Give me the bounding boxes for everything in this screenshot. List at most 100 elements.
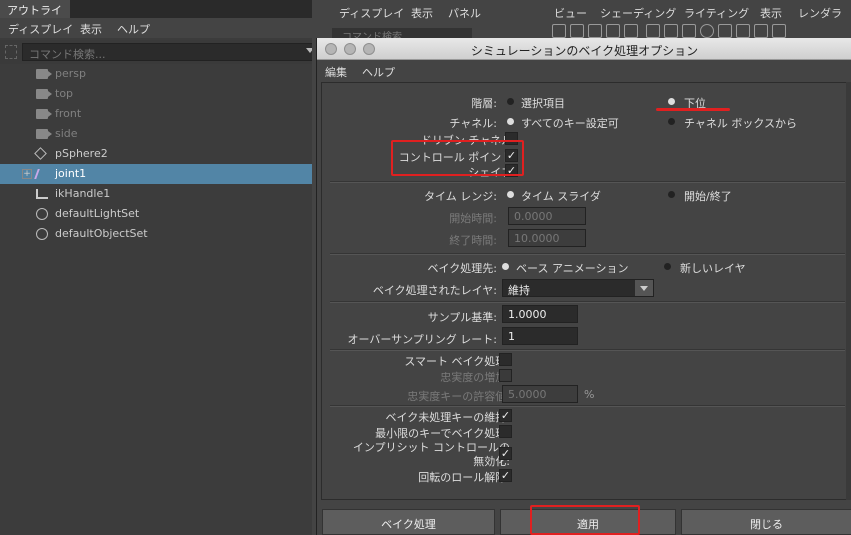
minimize-window-icon[interactable]	[344, 43, 356, 55]
channels-all-keyable-radio[interactable]	[507, 118, 514, 125]
start-time-field[interactable]: 0.0000	[508, 207, 586, 225]
dialog-menu-edit[interactable]: 編集	[325, 64, 347, 80]
smart-bake-checkbox[interactable]	[499, 353, 512, 366]
vp-menu-display[interactable]: ディスプレイ	[339, 5, 404, 21]
percent-unit: %	[584, 388, 595, 401]
set-icon	[36, 208, 48, 220]
fidelity-keys-field[interactable]: 5.0000	[502, 385, 578, 403]
sample-by-label: サンプル基準:	[427, 311, 497, 324]
sparse-curve-bake-checkbox[interactable]	[499, 425, 512, 438]
hierarchy-below-radio[interactable]	[668, 98, 675, 105]
xray-icon[interactable]	[736, 24, 750, 38]
time-range-start-end-label: 開始/終了	[684, 190, 732, 203]
hierarchy-selected-label: 選択項目	[521, 97, 565, 110]
baked-layers-dropdown[interactable]: 維持	[502, 279, 654, 297]
disable-implicit-control-checkbox[interactable]: ✓	[499, 447, 512, 460]
bake-to-base-animation-radio[interactable]	[502, 263, 509, 270]
hierarchy-selected-radio[interactable]	[507, 98, 514, 105]
bake-button[interactable]: ベイク処理	[322, 509, 495, 535]
outliner-menu-show[interactable]: 表示	[80, 21, 102, 37]
time-range-slider-radio[interactable]	[507, 191, 514, 198]
bookmark-icon[interactable]	[570, 24, 584, 38]
start-time-label: 開始時間:	[449, 212, 497, 225]
oversampling-field[interactable]: 1	[502, 327, 578, 345]
outliner-item-defaultlightset[interactable]: defaultLightSet	[0, 204, 312, 224]
joint-icon	[34, 169, 50, 179]
move-tool-icon[interactable]	[606, 24, 620, 38]
close-button[interactable]: 閉じる	[681, 509, 851, 535]
time-range-label: タイム レンジ:	[424, 190, 497, 203]
separator	[330, 181, 845, 183]
outliner-item-defaultobjectset[interactable]: defaultObjectSet	[0, 224, 312, 244]
film-gate-icon[interactable]	[664, 24, 678, 38]
outliner-item-label: side	[55, 127, 78, 140]
increase-fidelity-checkbox[interactable]	[499, 369, 512, 382]
mesh-icon	[34, 147, 47, 160]
channels-label: チャネル:	[449, 117, 497, 130]
annotation-box-apply	[530, 505, 640, 535]
expand-icon[interactable]: +	[22, 169, 32, 179]
outliner-item-label: defaultLightSet	[55, 207, 140, 220]
annotation-box-control-points	[391, 140, 524, 176]
bake-to-new-layer-radio[interactable]	[664, 263, 671, 270]
more-icon[interactable]	[772, 24, 786, 38]
outliner-item-joint1[interactable]: + joint1	[0, 164, 312, 184]
outliner-search-bar: コマンド検索...	[0, 40, 318, 64]
vp-menu-renderer[interactable]: レンダラ	[798, 5, 842, 21]
fidelity-keys-label: 忠実度キーの許容値:	[407, 390, 510, 403]
outliner-item-label: front	[55, 107, 82, 120]
dialog-menu-help[interactable]: ヘルプ	[362, 64, 395, 80]
ik-handle-icon	[36, 189, 48, 199]
channels-all-keyable-label: すべてのキー設定可	[521, 117, 619, 130]
outliner-item-label: joint1	[55, 167, 87, 180]
outliner-item-label: ikHandle1	[55, 187, 111, 200]
resolution-gate-icon[interactable]	[682, 24, 696, 38]
vp-menu-lighting[interactable]: ライティング	[684, 5, 749, 21]
outliner-item-front[interactable]: front	[0, 104, 312, 124]
hierarchy-label: 階層:	[471, 97, 497, 110]
zoom-window-icon[interactable]	[363, 43, 375, 55]
separator	[330, 301, 845, 303]
baked-layers-value: 維持	[508, 284, 530, 297]
sample-by-field[interactable]: 1.0000	[502, 305, 578, 323]
vp-menu-show2[interactable]: 表示	[760, 5, 782, 21]
image-plane-icon[interactable]	[588, 24, 602, 38]
bake-to-label: ベイク処理先:	[427, 262, 498, 275]
keep-unbaked-keys-label: ベイク未処理キーの維持:	[385, 411, 511, 424]
grip-icon[interactable]	[5, 45, 17, 59]
outliner-item-label: pSphere2	[55, 147, 108, 160]
vp-menu-show[interactable]: 表示	[411, 5, 433, 21]
wireframe-icon[interactable]	[718, 24, 732, 38]
outliner-menu-display[interactable]: ディスプレイ	[8, 21, 73, 37]
outliner-menu-help[interactable]: ヘルプ	[117, 21, 150, 37]
outliner-search-input[interactable]: コマンド検索...	[22, 43, 318, 61]
outliner-item-psphere2[interactable]: pSphere2	[0, 144, 312, 164]
baked-layers-label: ベイク処理されたレイヤ:	[372, 284, 497, 297]
keep-unbaked-keys-checkbox[interactable]: ✓	[499, 409, 512, 422]
outliner-item-ikhandle1[interactable]: ikHandle1	[0, 184, 312, 204]
grid-icon[interactable]	[646, 24, 660, 38]
outliner-title-bar: アウトライナ	[0, 0, 312, 33]
vp-menu-shading[interactable]: シェーディング	[600, 5, 676, 21]
outliner-item-label: defaultObjectSet	[55, 227, 148, 240]
outliner-tab[interactable]: アウトライナ	[0, 0, 70, 33]
pencil-icon[interactable]	[624, 24, 638, 38]
outliner-item-top[interactable]: top	[0, 84, 312, 104]
end-time-field[interactable]: 10.0000	[508, 229, 586, 247]
vp-menu-panels[interactable]: パネル	[448, 5, 481, 21]
channels-from-channel-box-radio[interactable]	[668, 118, 675, 125]
select-camera-icon[interactable]	[552, 24, 566, 38]
vp-menu-view[interactable]: ビュー	[554, 5, 587, 21]
time-range-start-end-radio[interactable]	[668, 191, 675, 198]
close-window-icon[interactable]	[325, 43, 337, 55]
shaded-icon[interactable]	[700, 24, 714, 38]
dialog-scrollbar[interactable]	[846, 82, 851, 500]
camera-icon	[36, 129, 52, 139]
unroll-rotation-checkbox[interactable]: ✓	[499, 469, 512, 482]
outliner-item-label: top	[55, 87, 74, 100]
annotation-underline	[656, 108, 730, 111]
texture-icon[interactable]	[754, 24, 768, 38]
outliner-menu-bar: ディスプレイ 表示 ヘルプ	[0, 18, 312, 38]
outliner-item-persp[interactable]: persp	[0, 64, 312, 84]
outliner-item-side[interactable]: side	[0, 124, 312, 144]
